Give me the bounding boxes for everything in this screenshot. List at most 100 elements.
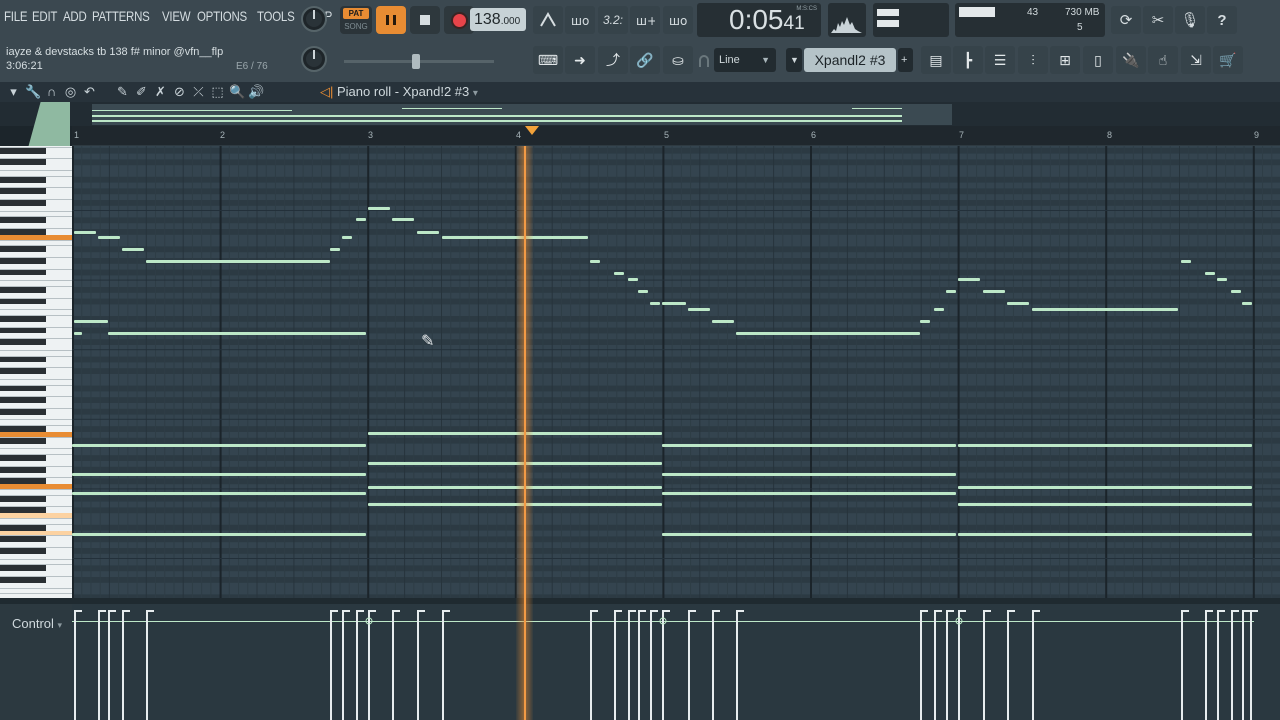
note[interactable]	[662, 473, 956, 476]
control-bar-cap[interactable]	[712, 610, 720, 612]
control-bar[interactable]	[958, 610, 960, 720]
control-bar[interactable]	[392, 610, 394, 720]
note[interactable]	[736, 332, 920, 335]
control-bar[interactable]	[712, 610, 714, 720]
control-bar[interactable]	[650, 610, 652, 720]
control-bar-cap[interactable]	[1217, 610, 1225, 612]
channel-dropdown-arrow[interactable]: ▼	[786, 48, 802, 72]
note-grid[interactable]	[72, 146, 1280, 598]
control-bar-cap[interactable]	[122, 610, 130, 612]
control-bar-cap[interactable]	[946, 610, 954, 612]
mixer-button[interactable]: ⫶	[1018, 46, 1048, 74]
control-bar-cap[interactable]	[662, 610, 670, 612]
plugin-picker-button[interactable]: 🔌	[1116, 46, 1146, 74]
note[interactable]	[368, 503, 662, 506]
control-bar-cap[interactable]	[368, 610, 376, 612]
snap-selector[interactable]: Line ▼	[714, 48, 776, 72]
note[interactable]	[1242, 302, 1252, 305]
timeline-ruler[interactable]: 1 2 3 4 5 6 7 8 9	[72, 126, 1280, 146]
note[interactable]	[958, 503, 1252, 506]
control-bar-cap[interactable]	[614, 610, 622, 612]
menu-edit[interactable]: EDIT	[32, 8, 57, 24]
note[interactable]	[108, 332, 366, 335]
note[interactable]	[712, 320, 734, 323]
control-bar[interactable]	[1181, 610, 1183, 720]
main-pitch-slider[interactable]	[344, 54, 494, 69]
control-bar[interactable]	[108, 610, 110, 720]
white-key[interactable]	[0, 589, 72, 595]
velocity-canvas[interactable]	[72, 604, 1280, 720]
control-bar-cap[interactable]	[638, 610, 646, 612]
note[interactable]	[342, 236, 352, 239]
note[interactable]	[72, 473, 366, 476]
note[interactable]	[74, 231, 96, 234]
control-bar-cap[interactable]	[628, 610, 636, 612]
control-bar-cap[interactable]	[74, 610, 82, 612]
step-edit-button[interactable]: ➜	[565, 46, 595, 74]
loop-recording-button[interactable]: шо	[663, 6, 693, 34]
step-icon[interactable]: ◎	[63, 84, 78, 100]
control-bar[interactable]	[146, 610, 148, 720]
note[interactable]	[934, 308, 944, 311]
playhead-marker-icon[interactable]	[525, 126, 539, 135]
note[interactable]	[1007, 302, 1029, 305]
note[interactable]	[1231, 290, 1241, 293]
note[interactable]	[638, 290, 648, 293]
overview-strip[interactable]	[92, 104, 952, 125]
control-bar-cap[interactable]	[1242, 610, 1250, 612]
stamp-button[interactable]: ⛀	[663, 46, 693, 74]
note[interactable]	[958, 486, 1252, 489]
menu-patterns[interactable]: PATTERNS	[92, 8, 150, 24]
note[interactable]	[1032, 308, 1178, 311]
zoom-icon[interactable]: 🔍	[229, 84, 245, 100]
export-button[interactable]: ⇲	[1181, 46, 1211, 74]
channel-selector[interactable]: Xpandl2 #3	[804, 48, 896, 72]
control-bar-cap[interactable]	[934, 610, 942, 612]
note[interactable]	[72, 533, 366, 536]
note[interactable]	[330, 248, 340, 251]
control-bar-cap[interactable]	[920, 610, 928, 612]
note[interactable]	[662, 302, 686, 305]
select-icon[interactable]: ⬚	[210, 84, 225, 100]
control-bar[interactable]	[1231, 610, 1233, 720]
menu-tools[interactable]: TOOLS	[257, 8, 295, 24]
pause-button[interactable]	[376, 6, 406, 34]
mute-tool-icon[interactable]: ⊘	[172, 84, 187, 100]
control-bar[interactable]	[1242, 610, 1244, 720]
master-volume-knob[interactable]	[301, 6, 327, 32]
control-bar[interactable]	[920, 610, 922, 720]
typing-keyboard-button[interactable]: ⌨	[533, 46, 563, 74]
control-bar-cap[interactable]	[590, 610, 598, 612]
stop-button[interactable]	[410, 6, 440, 34]
control-bar-cap[interactable]	[392, 610, 400, 612]
note[interactable]	[442, 236, 588, 239]
note[interactable]	[368, 207, 390, 210]
cut-button[interactable]: ✂	[1143, 6, 1173, 34]
note[interactable]	[368, 462, 662, 465]
control-bar-cap[interactable]	[342, 610, 350, 612]
slice-icon[interactable]: ⤫	[191, 84, 206, 100]
control-bar-cap[interactable]	[958, 610, 966, 612]
note[interactable]	[614, 272, 624, 275]
control-bar[interactable]	[983, 610, 985, 720]
note[interactable]	[98, 236, 120, 239]
brush-icon[interactable]: ✐	[134, 84, 149, 100]
wait-for-input-button[interactable]: шо	[565, 6, 595, 34]
control-bar-cap[interactable]	[688, 610, 696, 612]
speaker-icon[interactable]: 🔊	[248, 84, 264, 100]
countdown-button[interactable]: 3.2:	[598, 6, 628, 34]
link-button[interactable]: 🔗	[630, 46, 660, 74]
blend-recording-button[interactable]: ш+	[630, 6, 660, 34]
note[interactable]	[74, 320, 108, 323]
piano-keyboard[interactable]	[0, 146, 72, 598]
control-bar[interactable]	[1007, 610, 1009, 720]
control-bar[interactable]	[368, 610, 370, 720]
note[interactable]	[590, 260, 600, 263]
control-bar[interactable]	[628, 610, 630, 720]
control-bar-cap[interactable]	[98, 610, 106, 612]
menu-add[interactable]: ADD	[63, 8, 87, 24]
control-bar[interactable]	[934, 610, 936, 720]
control-bar[interactable]	[638, 610, 640, 720]
note[interactable]	[662, 533, 956, 536]
note[interactable]	[958, 278, 980, 281]
